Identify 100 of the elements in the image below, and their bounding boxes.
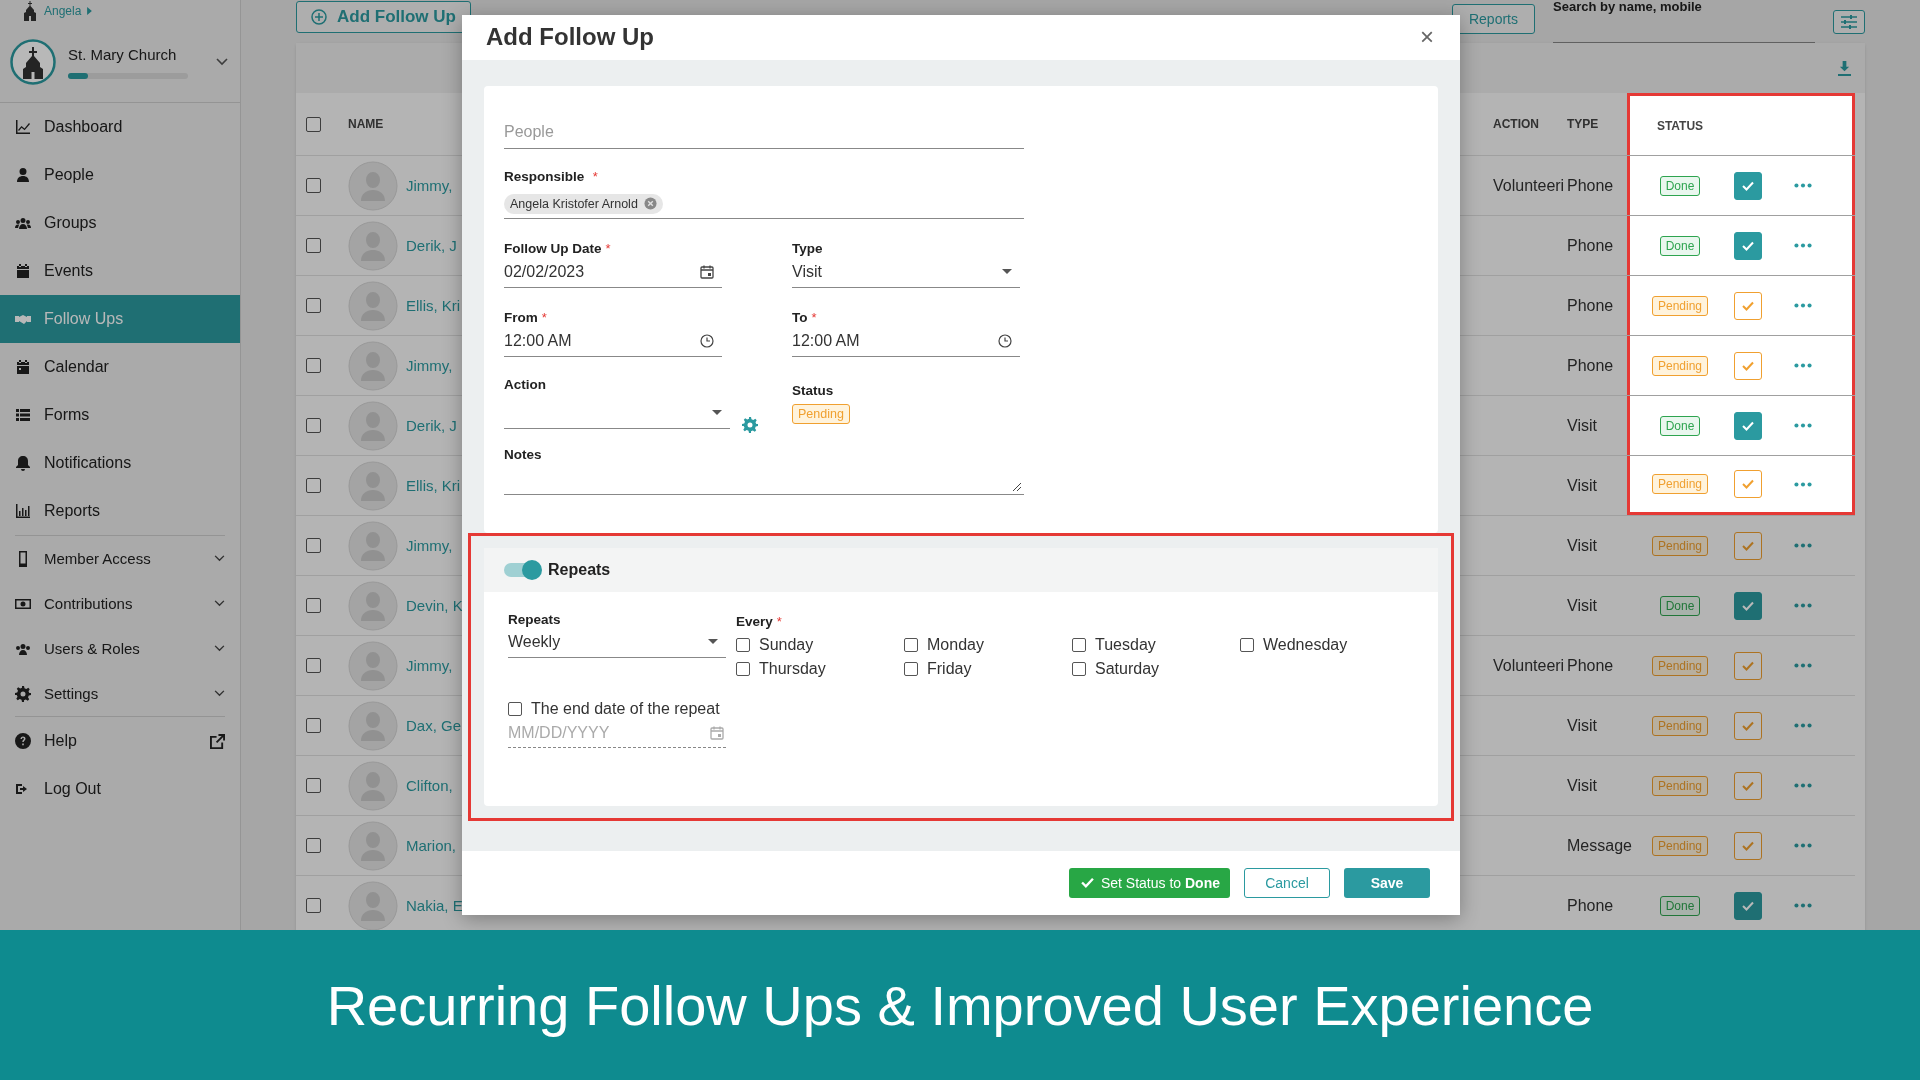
type-dropdown[interactable]: Visit	[792, 256, 1020, 288]
done-checkbox[interactable]	[1734, 891, 1762, 920]
cancel-button[interactable]: Cancel	[1244, 867, 1330, 898]
sidebar-item[interactable]: Member Access	[0, 536, 240, 581]
sidebar-item[interactable]: People	[0, 151, 240, 199]
checkbox[interactable]	[1072, 661, 1086, 676]
time-field[interactable]: 12:00 AM	[504, 325, 722, 357]
checkbox[interactable]	[508, 701, 522, 716]
caret-icon[interactable]	[87, 7, 93, 15]
checkbox[interactable]	[904, 637, 918, 652]
sidebar-item[interactable]: Reports	[0, 487, 240, 535]
download-icon[interactable]	[1838, 60, 1851, 76]
more-icon[interactable]	[1794, 183, 1812, 188]
checkbox[interactable]	[1072, 637, 1086, 652]
repeats-toggle[interactable]	[504, 562, 540, 577]
person-name[interactable]: Marion,	[402, 837, 457, 854]
checkbox[interactable]	[306, 658, 321, 673]
done-checkbox[interactable]	[1734, 831, 1762, 860]
sidebar-item[interactable]: Dashboard	[0, 103, 240, 151]
more-icon[interactable]	[1794, 663, 1812, 668]
sidebar-item[interactable]: Contributions	[0, 581, 240, 626]
done-checkbox[interactable]	[1734, 771, 1762, 800]
done-checkbox[interactable]	[1734, 711, 1762, 740]
time-field[interactable]: 12:00 AM	[792, 325, 1020, 357]
set-status-button[interactable]: Set Status to Done	[1068, 867, 1230, 898]
sidebar-item[interactable]: Forms	[0, 391, 240, 439]
chevron-icon[interactable]	[214, 645, 225, 652]
checkbox[interactable]	[306, 538, 321, 553]
sidebar-item[interactable]: Events	[0, 247, 240, 295]
external-link-icon[interactable]	[210, 733, 225, 749]
person-name[interactable]: Jimmy,	[402, 357, 453, 374]
chevron-icon[interactable]	[214, 600, 225, 607]
checkbox[interactable]	[306, 358, 321, 373]
checkbox[interactable]	[306, 778, 321, 793]
more-icon[interactable]	[1794, 903, 1812, 908]
done-checkbox[interactable]	[1734, 291, 1762, 320]
person-name[interactable]: Dax, Ge	[402, 717, 462, 734]
more-icon[interactable]	[1794, 423, 1812, 428]
column-header: STATUS	[1656, 118, 1704, 133]
checkbox[interactable]	[306, 598, 321, 613]
done-checkbox[interactable]	[1734, 411, 1762, 440]
person-name[interactable]: Derik, J	[402, 237, 457, 254]
person-name[interactable]: Derik, J	[402, 417, 457, 434]
person-name[interactable]: Jimmy,	[402, 657, 453, 674]
sidebar-item[interactable]: Follow Ups	[0, 295, 240, 343]
person-name[interactable]: Nakia, E	[402, 897, 463, 914]
checkbox[interactable]	[306, 418, 321, 433]
sidebar-item[interactable]: Users & Roles	[0, 626, 240, 671]
checkbox[interactable]	[306, 116, 321, 132]
responsible-field[interactable]: Angela Kristofer Arnold	[504, 188, 1024, 219]
more-icon[interactable]	[1794, 303, 1812, 308]
filter-button[interactable]	[1833, 9, 1865, 34]
more-icon[interactable]	[1794, 783, 1812, 788]
checkbox[interactable]	[306, 238, 321, 253]
sidebar-item[interactable]: Help	[0, 717, 240, 765]
person-name[interactable]: Jimmy,	[402, 537, 453, 554]
remove-icon[interactable]	[643, 197, 657, 211]
frequency-dropdown[interactable]: Weekly	[508, 626, 726, 658]
checkbox[interactable]	[736, 661, 750, 676]
checkbox[interactable]	[306, 298, 321, 313]
sidebar-item[interactable]: Log Out	[0, 765, 240, 813]
checkbox[interactable]	[1240, 637, 1254, 652]
checkbox[interactable]	[736, 637, 750, 652]
more-icon[interactable]	[1794, 363, 1812, 368]
done-checkbox[interactable]	[1734, 651, 1762, 680]
more-icon[interactable]	[1794, 243, 1812, 248]
sidebar-item[interactable]: Groups	[0, 199, 240, 247]
more-icon[interactable]	[1794, 543, 1812, 548]
close-button[interactable]: ×	[1416, 23, 1438, 52]
person-name[interactable]: Devin, K	[402, 597, 463, 614]
chevron-icon[interactable]	[216, 58, 228, 66]
chevron-icon[interactable]	[214, 555, 225, 562]
checkbox[interactable]	[306, 838, 321, 853]
checkbox[interactable]	[904, 661, 918, 676]
checkbox[interactable]	[306, 898, 321, 913]
resize-grip-icon[interactable]	[1012, 481, 1022, 492]
person-name[interactable]: Ellis, Kri	[402, 297, 461, 314]
done-checkbox[interactable]	[1734, 531, 1762, 560]
checkbox[interactable]	[306, 478, 321, 493]
sidebar-item[interactable]: Notifications	[0, 439, 240, 487]
checkbox[interactable]	[306, 178, 321, 193]
done-checkbox[interactable]	[1734, 171, 1762, 200]
done-checkbox[interactable]	[1734, 470, 1762, 498]
more-icon[interactable]	[1794, 603, 1812, 608]
person-name[interactable]: Ellis, Kri	[402, 477, 461, 494]
chevron-icon[interactable]	[214, 690, 225, 697]
more-icon[interactable]	[1794, 481, 1812, 487]
caret-icon	[1002, 269, 1012, 275]
more-icon[interactable]	[1794, 843, 1812, 848]
date-field[interactable]: 02/02/2023	[504, 256, 722, 288]
more-icon[interactable]	[1794, 723, 1812, 728]
person-name[interactable]: Jimmy,	[402, 177, 453, 194]
save-button[interactable]: Save	[1344, 867, 1430, 898]
done-checkbox[interactable]	[1734, 591, 1762, 620]
settings-icon[interactable]	[742, 416, 758, 433]
sidebar-item[interactable]: Calendar	[0, 343, 240, 391]
done-checkbox[interactable]	[1734, 351, 1762, 380]
sidebar-item[interactable]: Settings	[0, 671, 240, 716]
done-checkbox[interactable]	[1734, 231, 1762, 260]
checkbox[interactable]	[306, 718, 321, 733]
